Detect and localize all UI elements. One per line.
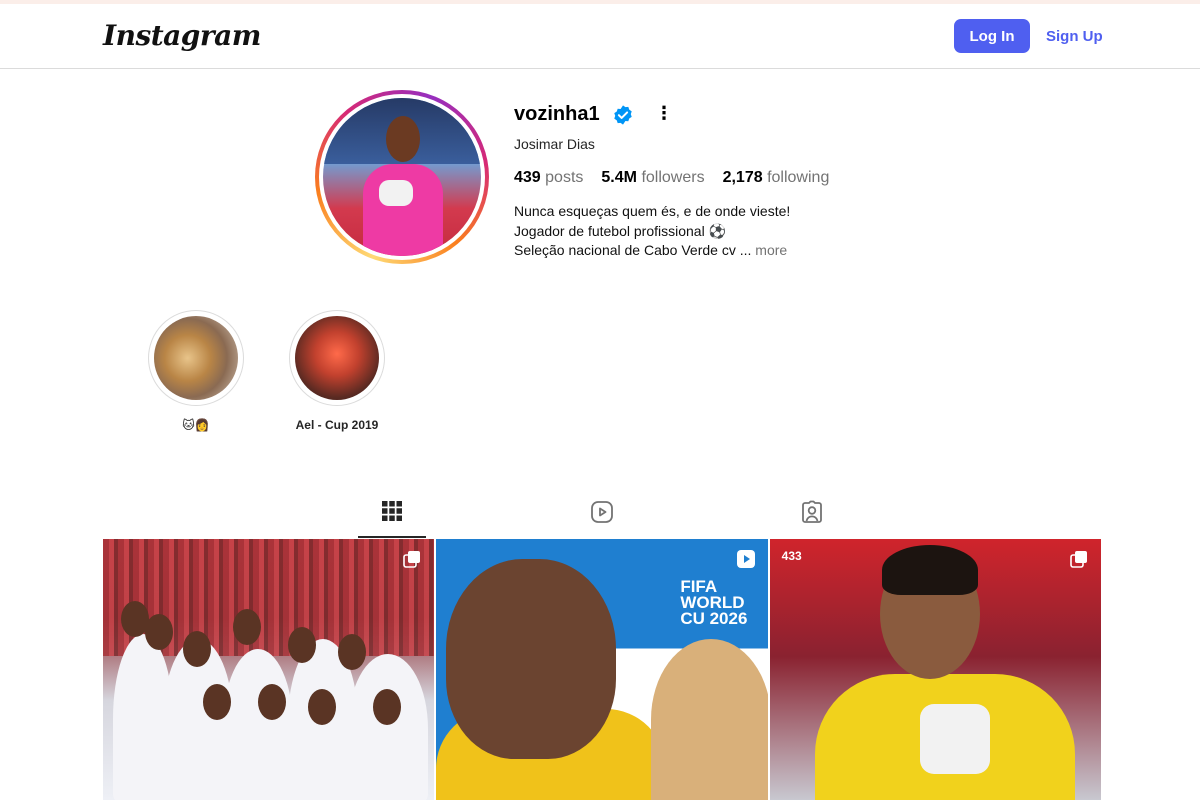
- bio-line: Seleção nacional de Cabo Verde cv ... mo…: [514, 242, 788, 258]
- profile-tabs: [103, 498, 1101, 538]
- tab-tagged[interactable]: [778, 498, 846, 538]
- highlight-item[interactable]: Ael - Cup 2019: [289, 310, 385, 432]
- highlight-item[interactable]: 🐱👩: [148, 310, 244, 432]
- multiple-icon: [403, 551, 421, 568]
- signup-link[interactable]: Sign Up: [1046, 19, 1103, 53]
- bio-line: Nunca esqueças quem és, e de onde vieste…: [514, 203, 791, 219]
- profile-username: vozinha1: [514, 103, 600, 125]
- highlight-cover: [148, 310, 244, 406]
- tab-posts[interactable]: [358, 498, 426, 538]
- post-tile[interactable]: 433: [769, 539, 1101, 800]
- bio-more-link[interactable]: more: [755, 242, 787, 258]
- multiple-icon: [1070, 551, 1087, 568]
- reels-icon: [591, 501, 613, 523]
- options-more-icon[interactable]: ⋮: [655, 104, 673, 124]
- stat-following[interactable]: 2,178 following: [723, 169, 830, 187]
- highlight-label: 🐱👩: [182, 418, 210, 432]
- reel-icon: [736, 550, 755, 568]
- login-button[interactable]: Log In: [954, 19, 1030, 53]
- profile-full-name: Josimar Dias: [514, 136, 595, 152]
- highlight-cover: [289, 310, 385, 406]
- post-overlay-text: FIFA WORLD CU 2026: [680, 577, 748, 628]
- top-nav: Instagram Log In Sign Up: [0, 4, 1200, 69]
- grid-icon: [382, 501, 402, 521]
- stat-followers[interactable]: 5.4M followers: [601, 169, 704, 187]
- verified-badge-icon: [614, 105, 632, 125]
- profile-bio: Nunca esqueças quem és, e de onde vieste…: [514, 202, 790, 261]
- post-tile[interactable]: [103, 539, 435, 800]
- post-watermark: 433: [781, 549, 802, 563]
- posts-grid: FIFA WORLD CU 2026 433: [103, 539, 1101, 800]
- tagged-icon: [802, 500, 822, 523]
- profile-stats: 439 posts 5.4M followers 2,178 following: [514, 169, 829, 187]
- profile-photo: [323, 98, 481, 256]
- post-tile[interactable]: FIFA WORLD CU 2026: [436, 539, 768, 800]
- bio-line: Jogador de futebol profissional ⚽: [514, 222, 727, 239]
- highlight-label: Ael - Cup 2019: [295, 418, 379, 432]
- stat-posts: 439 posts: [514, 169, 584, 186]
- tab-reels[interactable]: [568, 498, 636, 538]
- profile-avatar[interactable]: [315, 90, 489, 264]
- instagram-logo[interactable]: Instagram: [103, 19, 261, 52]
